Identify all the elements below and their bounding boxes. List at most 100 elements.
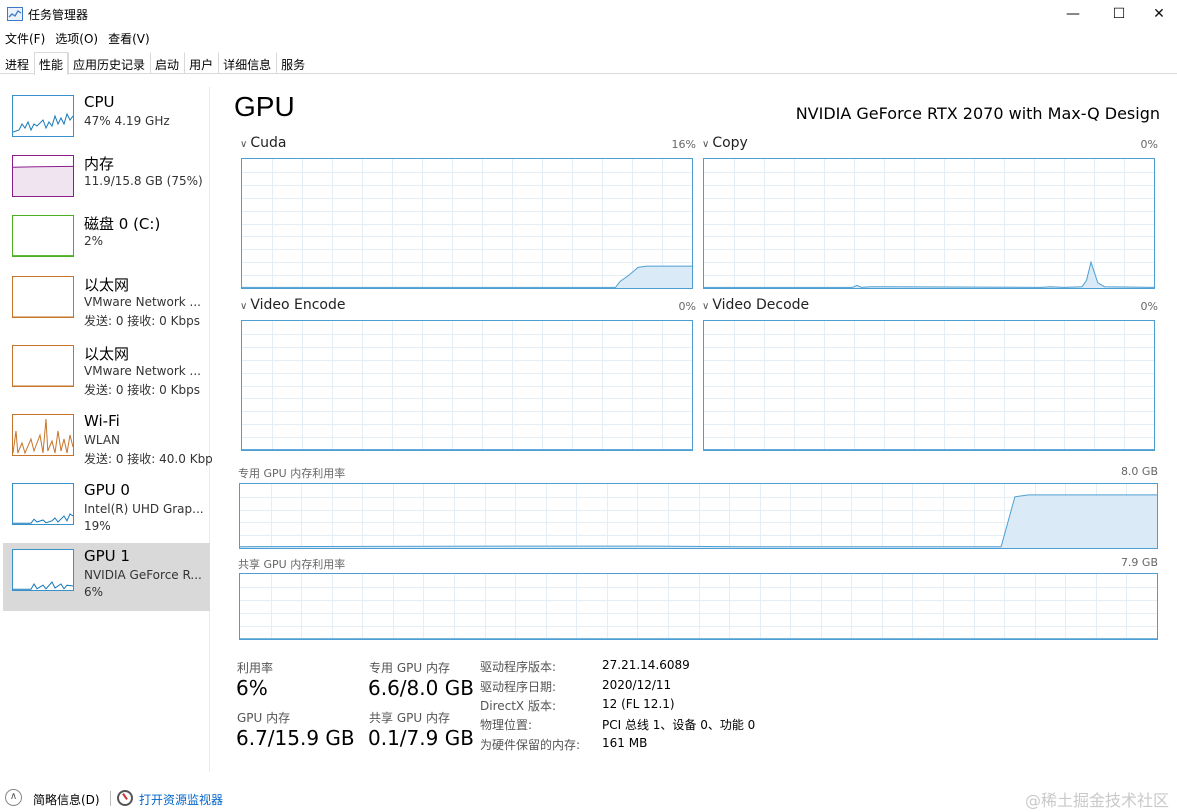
driver-date-value: 2020/12/11	[602, 678, 672, 692]
thumbnail-trace-line	[13, 581, 73, 590]
shared-memory-max: 7.9 GB	[1120, 556, 1158, 569]
task-manager-icon	[7, 7, 23, 21]
menu-bar: 文件(F) 选项(O) 查看(V)	[0, 30, 155, 48]
engine-selector-cuda[interactable]: ∨ Cuda	[240, 135, 286, 151]
tab-processes[interactable]: 进程	[0, 52, 34, 74]
minimize-button[interactable]: —	[1050, 0, 1096, 28]
engine-selector-video-encode[interactable]: ∨ Video Encode	[240, 297, 345, 313]
chevron-down-icon: ∨	[702, 301, 710, 312]
close-button[interactable]: ✕	[1136, 0, 1177, 28]
thumbnail-trace-line	[13, 112, 73, 133]
engine-label: Video Decode	[712, 297, 810, 313]
driver-version-label: 驱动程序版本:	[480, 660, 557, 674]
wifi-thumbnail-graph	[12, 414, 74, 456]
utilization-label: 利用率	[237, 661, 274, 675]
sidebar-item-throughput: 发送: 0 接收: 40.0 Kbp	[84, 452, 213, 466]
engine-label: Video Encode	[250, 297, 346, 313]
thumbnail-trace-area	[13, 166, 73, 196]
resource-sidebar: CPU 47% 4.19 GHz 内存 11.9/15.8 GB (75%) 磁…	[0, 87, 213, 772]
engine-selector-video-decode[interactable]: ∨ Video Decode	[702, 297, 809, 313]
title-bar: 任务管理器 — ☐ ✕	[0, 0, 1177, 28]
sidebar-item-name: Wi-Fi	[84, 412, 120, 430]
chevron-down-icon: ∨	[702, 139, 710, 150]
ethernet-thumbnail-graph	[12, 276, 74, 318]
cuda-graph	[241, 158, 693, 289]
window-title: 任务管理器	[28, 8, 89, 22]
sidebar-item-name: GPU 1	[84, 547, 130, 565]
ethernet-thumbnail-graph	[12, 345, 74, 387]
footer-divider	[110, 791, 111, 806]
disk-thumbnail-graph	[12, 215, 74, 257]
tab-details[interactable]: 详细信息	[218, 52, 276, 74]
engine-percent: 0%	[1140, 300, 1158, 313]
sidebar-item-detail: VMware Network ...	[84, 295, 201, 309]
physical-location-label: 物理位置:	[480, 718, 533, 732]
sidebar-item-name: 以太网	[84, 276, 130, 294]
dedicated-trace-area	[240, 494, 1157, 548]
sidebar-item-wifi[interactable]: Wi-Fi WLAN 发送: 0 接收: 40.0 Kbp	[3, 408, 213, 476]
footer-bar: ∧ 简略信息(D) 打开资源监视器 @稀土掘金技术社区	[0, 785, 1177, 812]
sidebar-item-gpu0[interactable]: GPU 0 Intel(R) UHD Grap... 19%	[3, 477, 210, 545]
tab-performance[interactable]: 性能	[34, 52, 69, 75]
tab-services[interactable]: 服务	[276, 52, 310, 74]
dedicated-memory-label: 专用 GPU 内存利用率	[238, 467, 346, 480]
sidebar-item-usage: 6%	[84, 585, 104, 599]
sidebar-item-name: 以太网	[84, 345, 130, 363]
fewer-details-button[interactable]: 简略信息(D)	[33, 791, 100, 808]
shared-memory-graph	[239, 573, 1158, 640]
sidebar-item-cpu[interactable]: CPU 47% 4.19 GHz	[3, 89, 210, 157]
cuda-trace-area	[242, 266, 692, 288]
sidebar-item-name: 内存	[84, 155, 115, 173]
engine-label: Cuda	[250, 135, 287, 151]
tab-startup[interactable]: 启动	[150, 52, 184, 74]
resource-monitor-icon	[117, 790, 133, 806]
open-resource-monitor-link[interactable]: 打开资源监视器	[139, 791, 223, 808]
menu-options[interactable]: 选项(O)	[50, 30, 103, 48]
sidebar-item-name: CPU	[84, 93, 115, 111]
shared-memory-stat-label: 共享 GPU 内存	[369, 711, 450, 725]
sidebar-item-throughput: 发送: 0 接收: 0 Kbps	[84, 314, 200, 328]
driver-version-value: 27.21.14.6089	[602, 658, 690, 672]
chevron-down-icon: ∨	[240, 139, 248, 150]
engine-label: Copy	[712, 135, 748, 151]
sidebar-item-disk[interactable]: 磁盘 0 (C:) 2%	[3, 209, 210, 277]
chevron-up-icon[interactable]: ∧	[5, 789, 22, 806]
video-encode-graph	[241, 320, 693, 451]
sidebar-item-name: 磁盘 0 (C:)	[84, 215, 161, 233]
shared-memory-stat-value: 0.1/7.9 GB	[368, 726, 474, 750]
engine-percent: 16%	[671, 138, 696, 151]
sidebar-item-ethernet-1[interactable]: 以太网 VMware Network ... 发送: 0 接收: 0 Kbps	[3, 270, 210, 338]
sidebar-item-detail: 47% 4.19 GHz	[84, 114, 170, 128]
gpu-model-name: NVIDIA GeForce RTX 2070 with Max-Q Desig…	[795, 104, 1160, 123]
gpu1-thumbnail-graph	[12, 549, 74, 591]
thumbnail-trace-line	[13, 513, 73, 524]
sidebar-item-ethernet-2[interactable]: 以太网 VMware Network ... 发送: 0 接收: 0 Kbps	[3, 339, 210, 407]
sidebar-item-detail: 2%	[84, 234, 104, 248]
chevron-down-icon: ∨	[240, 301, 248, 312]
dedicated-memory-stat-label: 专用 GPU 内存	[369, 661, 450, 675]
directx-version-label: DirectX 版本:	[480, 699, 557, 713]
memory-thumbnail-graph	[12, 155, 74, 197]
engine-selector-copy[interactable]: ∨ Copy	[702, 135, 748, 151]
page-title: GPU	[234, 91, 295, 122]
menu-view[interactable]: 查看(V)	[103, 30, 155, 48]
menu-file[interactable]: 文件(F)	[0, 30, 50, 48]
sidebar-item-detail: Intel(R) UHD Grap...	[84, 502, 204, 516]
tab-users[interactable]: 用户	[184, 52, 218, 74]
gpu-memory-label: GPU 内存	[237, 711, 291, 725]
reserved-memory-label: 为硬件保留的内存:	[480, 738, 581, 752]
reserved-memory-value: 161 MB	[602, 736, 648, 750]
tab-app-history[interactable]: 应用历史记录	[68, 52, 150, 74]
watermark: @稀土掘金技术社区	[1024, 791, 1169, 810]
directx-version-value: 12 (FL 12.1)	[602, 697, 675, 711]
sidebar-item-detail: 11.9/15.8 GB (75%)	[84, 174, 203, 188]
sidebar-item-throughput: 发送: 0 接收: 0 Kbps	[84, 383, 200, 397]
video-decode-graph	[703, 320, 1155, 451]
gpu-memory-value: 6.7/15.9 GB	[236, 726, 355, 750]
sidebar-item-memory[interactable]: 内存 11.9/15.8 GB (75%)	[3, 149, 210, 217]
sidebar-item-gpu1[interactable]: GPU 1 NVIDIA GeForce R... 6%	[3, 543, 210, 611]
sidebar-item-detail: VMware Network ...	[84, 364, 201, 378]
thumbnail-trace-line	[13, 418, 73, 455]
gpu-detail-panel: GPU NVIDIA GeForce RTX 2070 with Max-Q D…	[210, 87, 1177, 772]
dedicated-memory-graph	[239, 483, 1158, 549]
